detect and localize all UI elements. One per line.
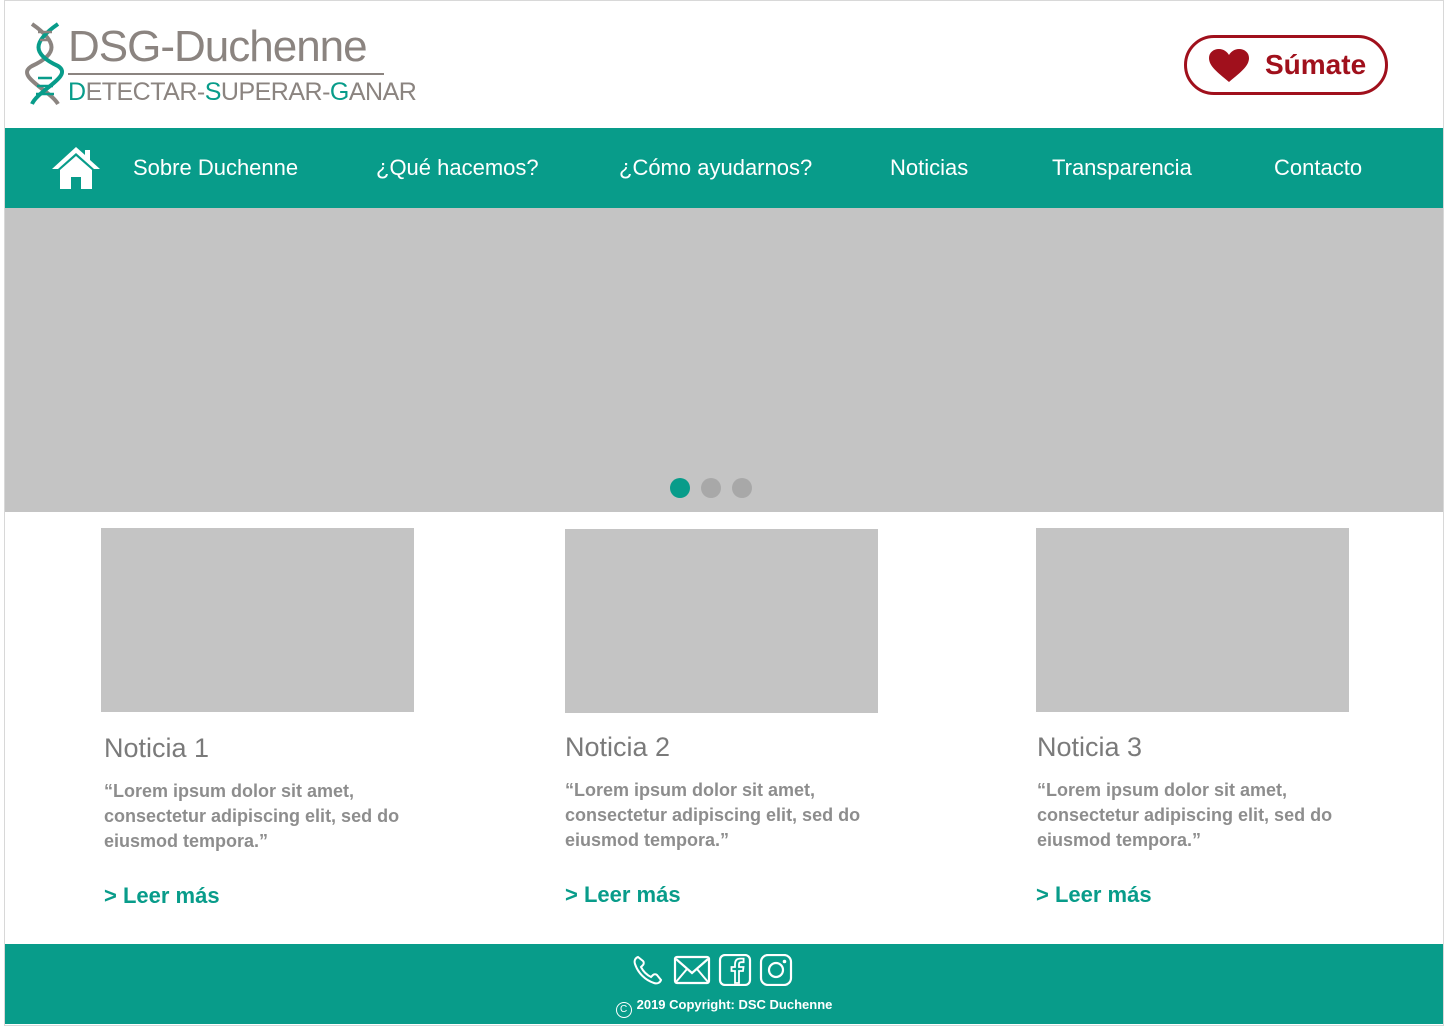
news-title: Noticia 1 [104,733,210,763]
main-nav: Sobre Duchenne ¿Qué hacemos? ¿Cómo ayuda… [5,128,1443,208]
news-image[interactable] [1036,528,1349,712]
nav-item-como-ayudarnos[interactable]: ¿Cómo ayudarnos? [619,154,812,182]
instagram-icon[interactable] [759,954,793,986]
news-excerpt: “Lorem ipsum dolor sit amet, consectetur… [565,780,861,850]
sumate-button[interactable]: Súmate [1184,35,1388,95]
nav-item-que-hacemos[interactable]: ¿Qué hacemos? [376,154,539,182]
phone-icon[interactable] [631,954,665,986]
logo-title: DSG-Duchenne [68,22,368,71]
carousel-dot[interactable] [732,478,752,498]
tagline-letter: D [68,78,86,106]
dna-icon [25,22,64,106]
tagline-word: UPERAR- [220,78,331,106]
read-more-link[interactable]: > Leer más [1036,881,1152,909]
carousel-dot-active[interactable] [670,478,690,498]
tagline-letter: G [329,78,349,106]
news-excerpt: “Lorem ipsum dolor sit amet, consectetur… [1037,780,1333,850]
news-image[interactable] [101,528,414,712]
site-footer: C 2019 Copyright: DSC Duchenne [5,944,1443,1024]
news-image[interactable] [565,529,878,713]
carousel-dot[interactable] [701,478,721,498]
news-excerpt: “Lorem ipsum dolor sit amet, consectetur… [104,781,400,851]
logo-divider [68,73,384,75]
home-icon[interactable] [50,145,102,191]
tagline-letter: S [204,78,222,106]
tagline-word: ANAR [348,78,417,106]
nav-item-transparencia[interactable]: Transparencia [1052,154,1192,182]
copyright-label: 2019 Copyright: DSC Duchenne [636,997,833,1012]
nav-item-noticias[interactable]: Noticias [890,154,968,182]
nav-item-contacto[interactable]: Contacto [1274,154,1362,182]
logo-tagline: DETECTAR-SUPERAR-GANAR [68,78,417,106]
copyright-text: C 2019 Copyright: DSC Duchenne [5,996,1443,1018]
site-logo[interactable]: DSG-Duchenne DETECTAR-SUPERAR-GANAR [24,20,417,110]
hero-carousel [5,208,1443,512]
news-title: Noticia 3 [1037,732,1143,762]
news-title: Noticia 2 [565,732,671,762]
read-more-link[interactable]: > Leer más [104,882,220,910]
heart-icon [1209,49,1249,82]
mail-icon[interactable] [673,954,711,986]
read-more-link[interactable]: > Leer más [565,881,681,909]
nav-item-sobre-duchenne[interactable]: Sobre Duchenne [133,154,298,182]
sumate-label: Súmate [1265,49,1367,80]
tagline-word: ETECTAR- [85,78,206,106]
copyright-icon: C [615,1002,632,1018]
facebook-icon[interactable] [718,954,752,986]
